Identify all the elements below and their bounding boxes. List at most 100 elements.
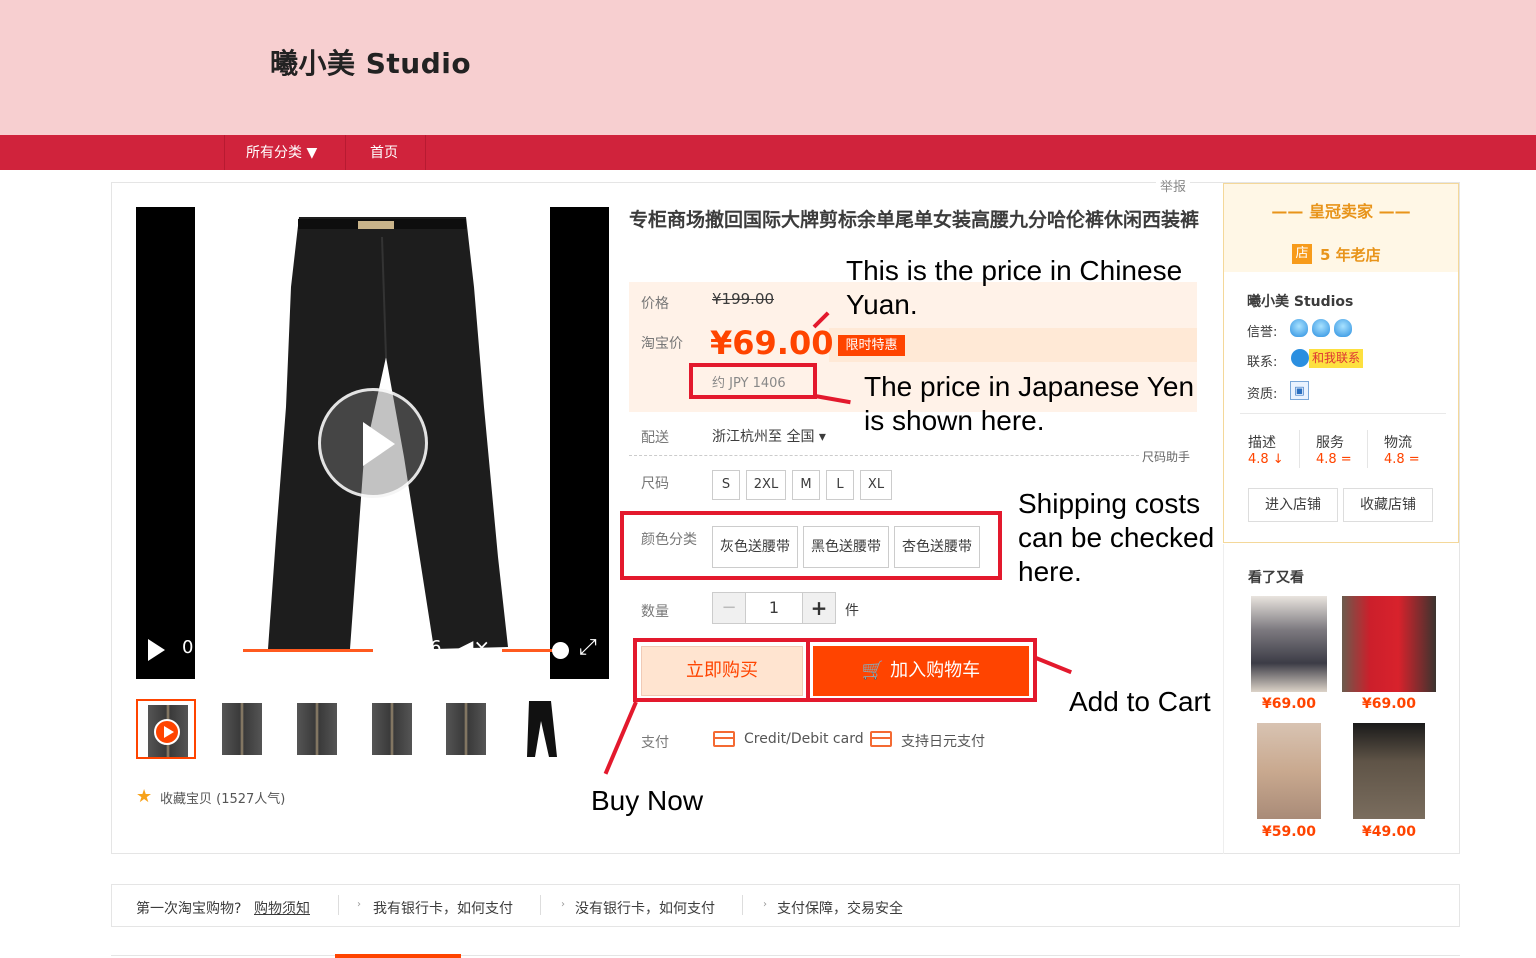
thumbnail-image: [222, 703, 262, 755]
crown-icon: [1334, 319, 1352, 337]
rating-value: 4.8 =: [1316, 452, 1352, 467]
divider: [629, 455, 1139, 456]
payment-method: 支持日元支付: [901, 734, 985, 750]
recommended-item-price[interactable]: ¥59.00: [1262, 824, 1316, 840]
recommended-item-image[interactable]: [1342, 596, 1436, 692]
contact-seller-button[interactable]: 和我联系: [1309, 349, 1364, 368]
rating-label: 服务: [1316, 435, 1344, 451]
volume-handle[interactable]: [552, 642, 569, 659]
store-header: [0, 0, 1536, 135]
annotation-cart: Add to Cart: [1069, 686, 1211, 717]
divider: [1367, 430, 1368, 468]
thumbnail[interactable]: [436, 699, 496, 759]
thumbnail[interactable]: [212, 699, 272, 759]
thumbnail[interactable]: [287, 699, 347, 759]
annotation-jpy-box: [689, 363, 817, 399]
recommended-item-image[interactable]: [1353, 723, 1425, 819]
crown-icon: [1290, 319, 1308, 337]
thumbnail[interactable]: [511, 699, 571, 759]
star-icon[interactable]: ★: [136, 786, 152, 807]
size-option[interactable]: L: [826, 470, 854, 500]
recommended-item-price[interactable]: ¥69.00: [1262, 696, 1316, 712]
size-label: 尺码: [641, 476, 669, 492]
crown-icon: [1312, 319, 1330, 337]
taobao-price-label: 淘宝价: [641, 336, 683, 352]
payment-label: 支付: [641, 735, 669, 751]
chat-icon[interactable]: [1291, 349, 1309, 367]
certificate-icon[interactable]: ▣: [1290, 381, 1309, 400]
recommended-item-image[interactable]: [1257, 723, 1321, 819]
divider: [338, 895, 339, 915]
annotation-jpy: The price in Japanese Yen is shown here.: [864, 371, 1195, 436]
thumbnail-video[interactable]: [136, 699, 196, 759]
first-time-text: 第一次淘宝购物?: [136, 901, 242, 917]
payment-method: Credit/Debit card: [744, 731, 864, 747]
active-tab-indicator: [335, 954, 461, 958]
help-link[interactable]: 我有银行卡，如何支付: [373, 898, 513, 918]
shopping-guide-link[interactable]: 购物须知: [254, 898, 310, 918]
annotation-shipping: Shipping costs can be checked here.: [1018, 488, 1215, 587]
arrow-icon: ›: [357, 899, 361, 910]
recommended-item-image[interactable]: [1251, 596, 1327, 692]
size-option[interactable]: 2XL: [746, 470, 786, 500]
divider: [742, 895, 743, 915]
store-logo[interactable]: 曦小美 Studio: [270, 42, 471, 82]
original-price: ¥199.00: [712, 290, 775, 308]
annotation-buy: Buy Now: [591, 785, 704, 816]
divider: [1240, 413, 1446, 414]
nav-all-categories[interactable]: 所有分类 ▼: [246, 135, 317, 170]
size-helper-link[interactable]: 尺码助手: [1142, 448, 1190, 465]
thumbnail[interactable]: [362, 699, 422, 759]
nav-home[interactable]: 首页: [370, 135, 398, 170]
credit-label: 信誉:: [1247, 325, 1278, 340]
video-time-total: 6: [430, 637, 442, 658]
contact-label: 联系:: [1247, 355, 1278, 370]
report-link[interactable]: 举报: [1156, 176, 1191, 195]
volume-slider[interactable]: [502, 649, 556, 652]
play-icon: [154, 719, 180, 745]
size-option[interactable]: S: [712, 470, 740, 500]
product-title: 专柜商场撤回国际大牌剪标余单尾单女装高腰九分哈伦裤休闲西装裤: [629, 209, 1200, 231]
video-play-icon[interactable]: [318, 388, 428, 498]
nav-divider: [425, 135, 426, 170]
shop-name[interactable]: 曦小美 Studios: [1247, 291, 1353, 311]
annotation-buttons-divider: [806, 638, 810, 702]
favorite-item[interactable]: 收藏宝贝 (1527人气): [160, 788, 285, 807]
enter-shop-button[interactable]: 进入店铺: [1248, 488, 1338, 522]
size-option[interactable]: M: [792, 470, 820, 500]
rating-label: 描述: [1248, 435, 1276, 451]
rating-label: 物流: [1384, 435, 1412, 451]
divider: [540, 895, 541, 915]
rating-value: 4.8 =: [1384, 452, 1420, 467]
mute-icon[interactable]: ◀×: [458, 635, 490, 659]
taobao-price: ¥69.00: [710, 324, 834, 362]
rating-value: 4.8 ↓: [1248, 452, 1284, 467]
help-link[interactable]: 没有银行卡，如何支付: [575, 898, 715, 918]
quantity-increase-button[interactable]: +: [802, 592, 836, 624]
recommended-item-price[interactable]: ¥49.00: [1362, 824, 1416, 840]
thumbnail-image: [527, 701, 557, 757]
play-icon[interactable]: [148, 639, 165, 661]
shipping-label: 配送: [641, 430, 669, 446]
also-viewed-title: 看了又看: [1248, 570, 1304, 586]
card-icon: [713, 731, 735, 747]
shipping-destination[interactable]: 浙江杭州至 全国 ▾: [712, 426, 826, 446]
favorite-shop-button[interactable]: 收藏店铺: [1343, 488, 1433, 522]
nav-divider: [224, 135, 225, 170]
video-progress[interactable]: [243, 649, 373, 652]
fullscreen-icon[interactable]: ⤢: [579, 635, 597, 660]
shop-icon: 店: [1292, 244, 1312, 264]
price-label: 价格: [641, 296, 669, 312]
product-video[interactable]: 0 6 ◀× ⤢: [136, 207, 609, 679]
nav-divider: [345, 135, 346, 170]
thumbnail-image: [297, 703, 337, 755]
quantity-input[interactable]: 1: [746, 592, 802, 624]
annotation-shipping-box: [620, 511, 1002, 580]
recommended-item-price[interactable]: ¥69.00: [1362, 696, 1416, 712]
quantity-decrease-button[interactable]: −: [712, 592, 746, 624]
divider: [111, 955, 1460, 956]
video-time-current: 0: [182, 637, 194, 658]
sidebar-divider: [1223, 544, 1224, 854]
help-link[interactable]: 支付保障，交易安全: [777, 898, 903, 918]
size-option[interactable]: XL: [860, 470, 892, 500]
